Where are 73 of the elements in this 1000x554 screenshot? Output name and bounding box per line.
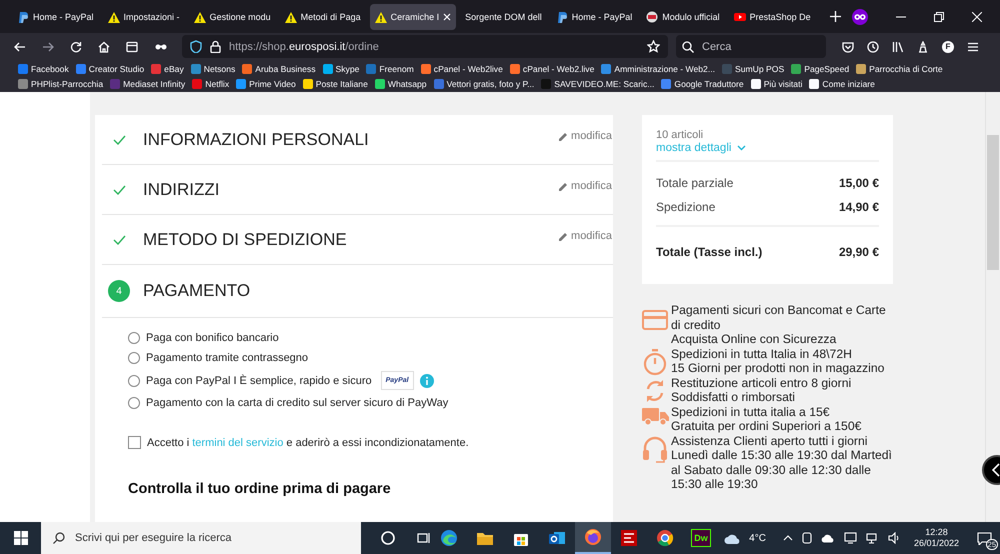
browser-tab[interactable]: Home - PayPal	[550, 4, 638, 30]
bookmark[interactable]: Aruba Business	[242, 64, 316, 74]
item-count: 10 articoli	[656, 129, 704, 141]
summary-value: 14,90 €	[838, 200, 879, 214]
app-logo: Dw	[691, 529, 711, 547]
step-title: METODO DI SPEDIZIONE	[143, 230, 348, 250]
total-value: 29,90 €	[838, 245, 879, 259]
bookmark[interactable]: Netsons	[190, 64, 236, 74]
option-label: Pagamento con la carta di credito sul server sicuro di PayWay	[146, 397, 448, 409]
terms-text: Accetto i termini del servizio e aderirò a essi incondizionatamente.	[147, 436, 469, 448]
bookmark[interactable]: Vettori gratis, foto y P...	[434, 78, 534, 88]
bookmark[interactable]: PageSpeed	[791, 64, 850, 74]
browser-tab[interactable]: Metodi di Paga	[280, 4, 366, 30]
browser-tab[interactable]: Gestione modu	[188, 4, 276, 30]
bookmark[interactable]: Netflix	[192, 78, 230, 88]
search-field[interactable]: Cerca	[676, 35, 826, 58]
bookmark[interactable]: Whatsapp	[374, 78, 427, 88]
feature-title: Restituzione articoli entro 8 giorni	[671, 376, 852, 390]
bookmark[interactable]: SumUp POS	[722, 64, 784, 74]
taskbar-search-field[interactable]: Scrivi qui per eseguire la ricerca	[41, 522, 361, 554]
step-title: PAGAMENTO	[143, 281, 252, 301]
edit-link[interactable]: modifica	[548, 180, 613, 192]
section-heading: Controlla il tuo ordine prima di pagare	[127, 480, 392, 497]
step-title: INDIRIZZI	[143, 180, 220, 200]
feature-text: 15 Giorni per prodotti non in magazzino	[671, 361, 886, 376]
option-label: Paga con bonifico bancario	[146, 332, 279, 344]
bookmark[interactable]: Freenom	[366, 64, 414, 74]
browser-tab[interactable]: PrestaShop De	[728, 4, 816, 30]
bookmark[interactable]: Parrocchia di Corte	[856, 64, 943, 74]
bookmark[interactable]: Google Traduttore	[661, 78, 744, 88]
feature-title: Pagamenti sicuri con Bancomat e Carte di credito	[671, 303, 887, 332]
clock[interactable]: 12:28 26/01/2022	[914, 527, 959, 549]
feature-title: Spedizioni in tutta italia a 15€	[671, 404, 831, 419]
temperature: 4°C	[749, 532, 766, 544]
bookmark[interactable]: cPanel - Web2.live	[510, 64, 594, 74]
summary-label: Spedizione	[656, 200, 716, 214]
bookmark[interactable]: PHPlist-Parrocchia	[18, 78, 104, 88]
feature-text: Lunedì dalle 15:30 alle 19:30 dal Martedì al Sabato dalle 09:30 alle 12:30 dalle 15:30 alle 19:30	[671, 448, 893, 492]
bookmark[interactable]: Creator Studio	[76, 64, 144, 74]
edit-link[interactable]: modifica	[548, 130, 613, 142]
bookmark[interactable]: Prime Video	[236, 78, 296, 88]
bookmark[interactable]: Amministrazione - Web2...	[601, 64, 716, 74]
option-label: Pagamento tramite contrassegno	[146, 352, 308, 364]
browser-tab[interactable]: Modulo ufficial	[641, 4, 725, 30]
bookmark[interactable]: Facebook	[18, 64, 69, 74]
feature-text: Gratuita per ordini Superiori a 150€	[671, 419, 862, 434]
total-label: Totale (Tasse incl.)	[656, 245, 762, 259]
bookmark[interactable]: Mediaset Infinity	[110, 78, 186, 88]
browser-tab[interactable]: Sorgente DOM dell	[460, 4, 547, 30]
feature-text: Soddisfatti o rimborsati	[671, 390, 796, 404]
bookmark[interactable]: Come iniziare	[809, 78, 875, 88]
browser-tab[interactable]: Impostazioni -	[102, 4, 185, 30]
bookmark[interactable]: SAVEVIDEO.ME: Scaric...	[541, 78, 654, 88]
bookmark[interactable]: Skype	[322, 64, 360, 74]
address-bar[interactable]: https://shop.eurosposi.it/ordine	[182, 35, 668, 58]
feature-title: Spedizioni in tutta Italia in 48\72H	[671, 346, 853, 361]
step-number: 4	[108, 280, 130, 302]
bookmark[interactable]: eBay	[151, 64, 184, 74]
browser-tab[interactable]: Ceramiche I	[370, 4, 456, 30]
taskbar-app[interactable]: Dw	[683, 522, 719, 554]
step-title: INFORMAZIONI PERSONALI	[143, 130, 370, 150]
option-label: Paga con PayPal I È semplice, rapido e sicuro	[146, 374, 372, 386]
url-text: https://shop.eurosposi.it/ordine	[229, 40, 379, 52]
bookmark[interactable]: Poste Italiane	[302, 78, 368, 88]
summary-value: 15,00 €	[838, 176, 879, 190]
feature-text: Acquista Online con Sicurezza	[671, 332, 838, 346]
summary-label: Totale parziale	[656, 176, 734, 190]
bookmark[interactable]: cPanel - Web2live	[420, 64, 503, 74]
account-avatar[interactable]: F	[942, 40, 954, 52]
edit-link[interactable]: modifica	[548, 230, 613, 242]
feature-title: Assistenza Clienti aperto tutti i giorni	[671, 434, 868, 448]
bookmark[interactable]: Più visitati	[750, 78, 802, 88]
browser-tab[interactable]: Home - PayPal	[12, 4, 99, 30]
